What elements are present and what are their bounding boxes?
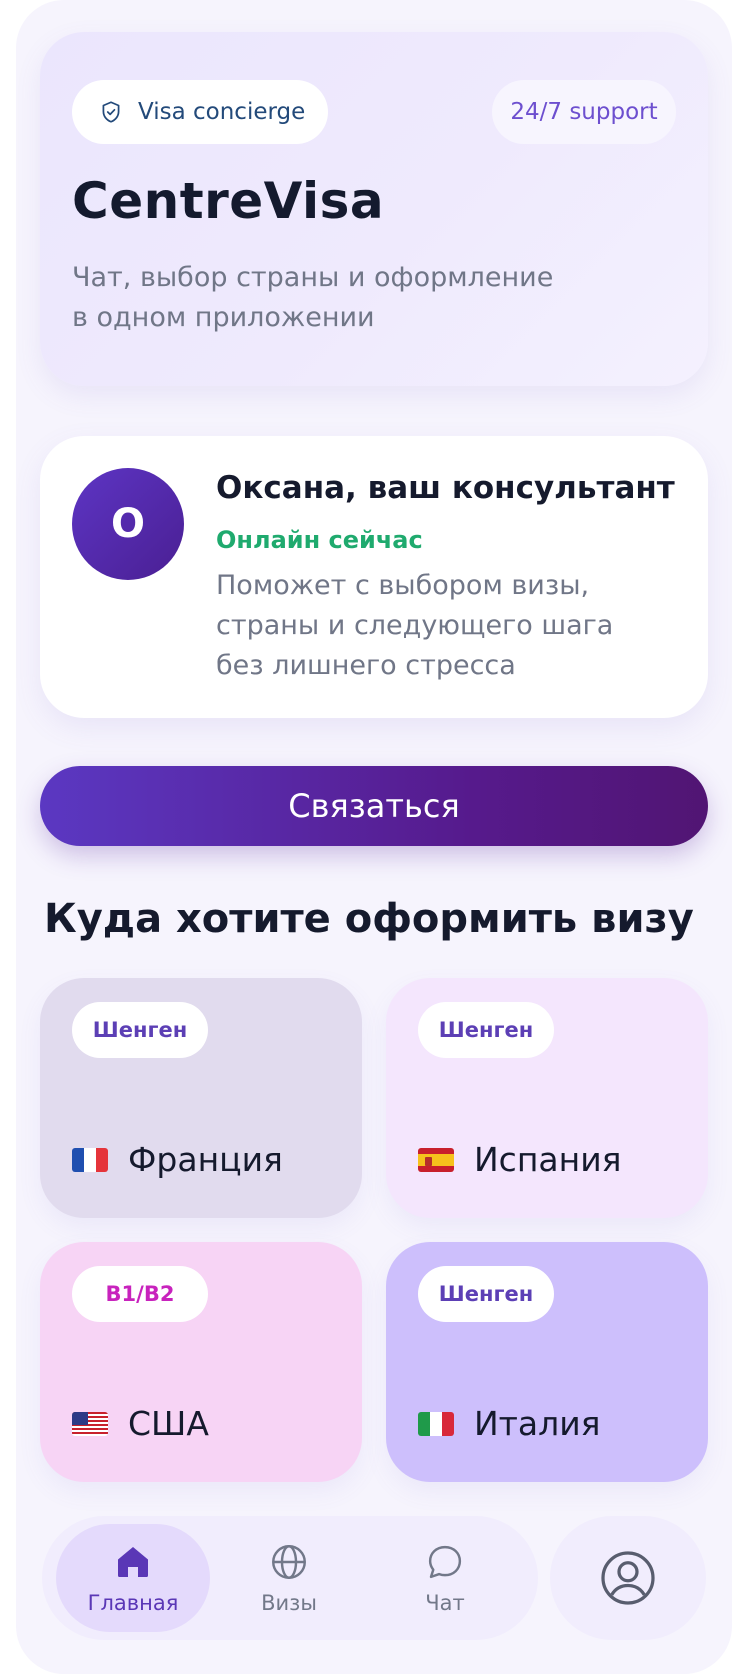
consultant-desc-line-2: страны и следующего шага [216,610,614,641]
italy-flag-icon [418,1412,454,1436]
profile-icon [598,1548,658,1608]
home-icon [112,1541,154,1583]
visa-type-tag: B1/B2 [72,1266,208,1322]
country-name: США [128,1404,209,1443]
visa-concierge-badge: Visa concierge [72,80,328,144]
spain-flag-icon [418,1148,454,1172]
consultant-avatar: О [72,468,184,580]
chat-bubble-icon [424,1541,466,1583]
consultant-name: Оксана, ваш консультант [216,470,675,506]
consultant-desc-line-3: без лишнего стресса [216,650,516,681]
country-card-spain[interactable]: Шенген Испания [386,978,708,1218]
bottom-tab-bar: Главная Визы Чат [42,1516,538,1640]
subtitle-line-2: в одном приложении [72,302,375,333]
visa-type-tag: Шенген [418,1002,554,1058]
tab-visas-label: Визы [261,1591,317,1615]
tab-chat-label: Чат [425,1591,465,1615]
visa-type-tag: Шенген [418,1266,554,1322]
country-card-italy[interactable]: Шенген Италия [386,1242,708,1482]
hero-card: Visa concierge 24/7 support CentreVisa Ч… [40,32,708,386]
country-name: Испания [474,1140,622,1179]
destinations-title: Куда хотите оформить визу [44,896,694,942]
tab-home-label: Главная [87,1591,179,1615]
visa-concierge-label: Visa concierge [138,99,306,125]
country-name: Франция [128,1140,283,1179]
consultant-description: Поможет с выбором визы, страны и следующ… [216,566,656,686]
tab-chat[interactable]: Чат [368,1524,522,1632]
consultant-desc-line-1: Поможет с выбором визы, [216,570,590,601]
subtitle-line-1: Чат, выбор страны и оформление [72,262,554,293]
country-card-usa[interactable]: B1/B2 США [40,1242,362,1482]
france-flag-icon [72,1148,108,1172]
tab-home[interactable]: Главная [56,1524,210,1632]
usa-flag-icon [72,1412,108,1436]
consultant-card: О Оксана, ваш консультант Онлайн сейчас … [40,436,708,718]
contact-button[interactable]: Связаться [40,766,708,846]
support-badge: 24/7 support [492,80,676,144]
shield-check-icon [98,99,124,125]
globe-icon [268,1541,310,1583]
country-name: Италия [474,1404,601,1443]
online-status: Онлайн сейчас [216,526,423,554]
country-card-france[interactable]: Шенген Франция [40,978,362,1218]
visa-type-tag: Шенген [72,1002,208,1058]
app-title: CentreVisa [72,172,385,230]
tab-visas[interactable]: Визы [212,1524,366,1632]
profile-button[interactable] [550,1516,706,1640]
app-subtitle: Чат, выбор страны и оформление в одном п… [72,258,592,338]
